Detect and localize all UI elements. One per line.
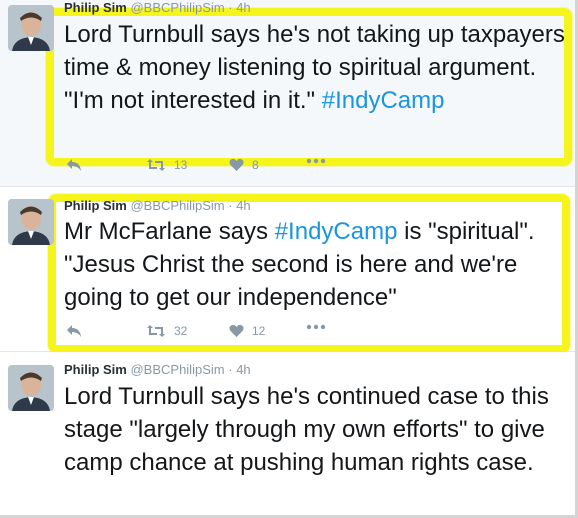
tweet-text-main: Lord Turnbull says he's not taking up ta…: [64, 21, 565, 114]
like-button[interactable]: 12: [229, 324, 265, 338]
like-count: 8: [252, 158, 259, 172]
author-name[interactable]: Philip Sim: [64, 362, 127, 377]
separator: ·: [228, 198, 233, 213]
tweet-3[interactable]: Philip Sim @BBCPhilipSim · 4h Lord Turnb…: [0, 352, 575, 515]
tweet-header: Philip Sim @BBCPhilipSim · 4h: [64, 0, 251, 15]
like-button[interactable]: 8: [229, 158, 259, 172]
more-dots-icon: [306, 158, 326, 164]
hashtag-link[interactable]: #IndyCamp: [275, 218, 398, 245]
tweet-time[interactable]: 4h: [236, 362, 250, 377]
reply-icon: [67, 159, 81, 171]
author-handle[interactable]: @BBCPhilipSim: [130, 362, 224, 377]
tweet-time[interactable]: 4h: [236, 198, 250, 213]
heart-icon: [229, 158, 244, 171]
tweet-actions: 32 12: [64, 324, 464, 342]
more-button[interactable]: [306, 324, 326, 330]
more-dots-icon: [306, 324, 326, 330]
author-name[interactable]: Philip Sim: [64, 198, 127, 213]
tweet-text-main: Lord Turnbull says he's continued case t…: [64, 383, 549, 476]
reply-icon: [67, 325, 81, 337]
retweet-icon: [147, 325, 165, 337]
tweet-time[interactable]: 4h: [236, 0, 250, 15]
author-handle[interactable]: @BBCPhilipSim: [130, 198, 224, 213]
retweet-button[interactable]: 13: [146, 158, 187, 172]
hashtag-link[interactable]: #IndyCamp: [322, 87, 445, 114]
tweet-text: Lord Turnbull says he's continued case t…: [64, 380, 569, 479]
tweet-text: Mr McFarlane says #IndyCamp is "spiritua…: [64, 215, 569, 314]
separator: ·: [228, 0, 233, 15]
author-name[interactable]: Philip Sim: [64, 0, 127, 15]
avatar[interactable]: [8, 199, 54, 245]
retweet-count: 32: [174, 324, 188, 338]
tweet-header: Philip Sim @BBCPhilipSim · 4h: [64, 198, 251, 213]
reply-button[interactable]: [66, 158, 82, 172]
separator: ·: [228, 362, 233, 377]
tweet-2[interactable]: Philip Sim @BBCPhilipSim · 4h Mr McFarla…: [0, 187, 575, 353]
avatar[interactable]: [8, 365, 54, 411]
like-count: 12: [252, 324, 266, 338]
avatar[interactable]: [8, 5, 54, 51]
reply-button[interactable]: [66, 324, 82, 338]
tweet-actions: 13 8: [64, 158, 464, 176]
tweet-text: Lord Turnbull says he's not taking up ta…: [64, 18, 569, 117]
retweet-icon: [147, 159, 165, 171]
retweet-count: 13: [174, 158, 188, 172]
timeline: Philip Sim @BBCPhilipSim · 4h Lord Turnb…: [0, 0, 578, 518]
tweet-header: Philip Sim @BBCPhilipSim · 4h: [64, 362, 251, 377]
author-handle[interactable]: @BBCPhilipSim: [130, 0, 224, 15]
more-button[interactable]: [306, 158, 326, 164]
retweet-button[interactable]: 32: [146, 324, 187, 338]
tweet-text-main: Mr McFarlane says: [64, 218, 275, 245]
tweet-1[interactable]: Philip Sim @BBCPhilipSim · 4h Lord Turnb…: [0, 0, 575, 187]
heart-icon: [229, 324, 244, 337]
